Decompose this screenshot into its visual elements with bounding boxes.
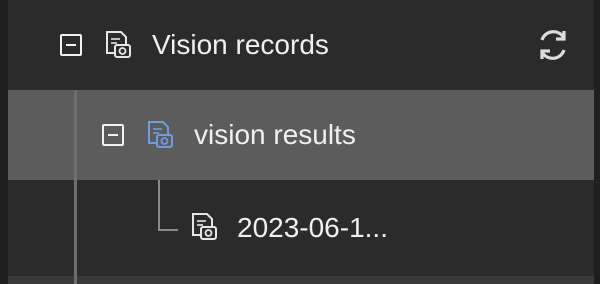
tree-connector-horizontal [158,229,178,231]
tree-label-root: Vision records [152,29,329,60]
tree-guide-line [74,90,77,284]
collapse-toggle-vision-results[interactable] [102,124,124,146]
tree-row-next [8,276,594,284]
tree-label-item: 2023-06-1... [237,212,388,243]
collapse-toggle-root[interactable] [60,34,82,56]
panel-right-edge [594,0,600,284]
record-camera-icon [192,213,217,240]
record-camera-icon [106,31,131,58]
panel-left-edge [0,0,8,284]
tree-connector-vertical [158,180,160,230]
refresh-icon[interactable] [534,26,572,64]
tree-label-vision-results: vision results [194,119,356,150]
record-camera-icon [148,121,173,148]
